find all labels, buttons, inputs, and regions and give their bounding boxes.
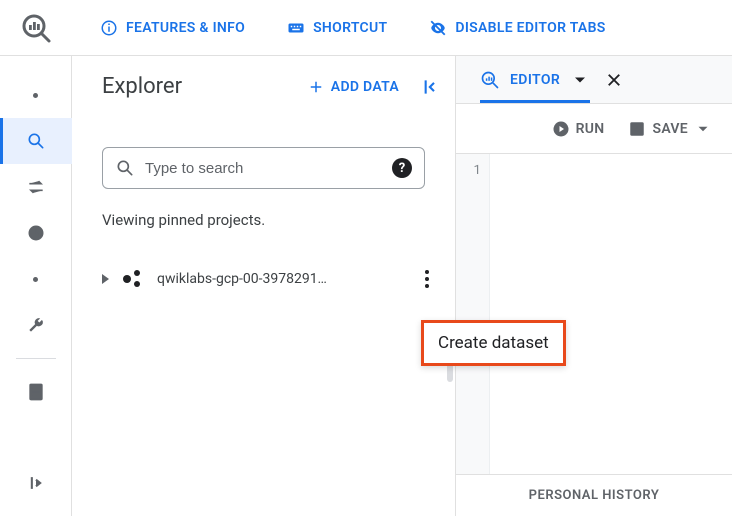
project-kebab-menu[interactable] [419, 264, 435, 294]
search-icon [115, 158, 135, 178]
close-tab-button[interactable] [602, 68, 626, 92]
query-icon [480, 70, 500, 90]
run-label: RUN [576, 121, 605, 137]
save-label: SAVE [652, 121, 688, 137]
run-button[interactable]: RUN [552, 120, 605, 138]
rail-expand[interactable] [0, 470, 72, 516]
close-icon [605, 71, 623, 89]
rail-history[interactable] [0, 210, 72, 256]
rail-dot-1[interactable] [0, 72, 72, 118]
plus-icon [307, 78, 325, 96]
editor-footer-tab[interactable]: PERSONAL HISTORY [456, 474, 732, 516]
transfer-icon [26, 177, 46, 197]
save-button[interactable]: SAVE [628, 120, 712, 138]
rail-transfers[interactable] [0, 164, 72, 210]
left-rail [0, 56, 72, 516]
info-icon [100, 19, 118, 37]
create-dataset-label: Create dataset [438, 333, 549, 353]
collapse-explorer-button[interactable] [419, 77, 439, 97]
add-data-button[interactable]: ADD DATA [307, 78, 399, 96]
rail-dot-2[interactable] [0, 256, 72, 302]
bigquery-logo [0, 0, 72, 55]
search-icon [26, 131, 46, 151]
add-data-label: ADD DATA [331, 79, 399, 95]
top-header: FEATURES & INFO SHORTCUT DISABLE EDITOR … [0, 0, 732, 56]
wrench-icon [26, 315, 46, 335]
line-number-1: 1 [456, 160, 481, 178]
editor-panel: EDITOR RUN SAVE 1 PERSONAL HISTORY [456, 56, 732, 516]
project-name[interactable]: qwiklabs-gcp-00-3978291… [157, 271, 419, 287]
expand-icon [26, 473, 46, 493]
code-area[interactable] [490, 154, 732, 474]
create-dataset-menu-item[interactable]: Create dataset [421, 320, 566, 366]
shortcut-link[interactable]: SHORTCUT [287, 19, 387, 37]
shortcut-label: SHORTCUT [313, 20, 387, 36]
rail-search[interactable] [0, 118, 72, 164]
disable-tabs-link[interactable]: DISABLE EDITOR TABS [429, 19, 605, 37]
explorer-header: Explorer ADD DATA [72, 56, 455, 117]
project-row: qwiklabs-gcp-00-3978291… [72, 263, 455, 295]
header-links: FEATURES & INFO SHORTCUT DISABLE EDITOR … [72, 19, 606, 37]
viewing-text: Viewing pinned projects. [72, 189, 455, 229]
save-icon [628, 120, 646, 138]
expand-toggle[interactable] [102, 274, 109, 284]
rail-divider [16, 358, 56, 359]
collapse-icon [419, 77, 439, 97]
chevron-down-icon[interactable] [570, 70, 590, 90]
editor-body: 1 [456, 154, 732, 474]
editor-tab-label: EDITOR [510, 72, 560, 88]
clock-icon [26, 223, 46, 243]
line-gutter: 1 [456, 154, 490, 474]
explorer-title: Explorer [102, 74, 182, 99]
eye-off-icon [429, 19, 447, 37]
features-link[interactable]: FEATURES & INFO [100, 19, 245, 37]
project-icon [123, 270, 145, 288]
editor-tabs: EDITOR [456, 56, 732, 104]
bigquery-logo-icon [20, 12, 52, 44]
keyboard-icon [287, 19, 305, 37]
disable-tabs-label: DISABLE EDITOR TABS [455, 20, 605, 36]
rail-settings[interactable] [0, 302, 72, 348]
chevron-down-icon [694, 120, 712, 138]
explorer-panel: Explorer ADD DATA ? Viewing pinned proje… [72, 56, 456, 516]
personal-history-label: PERSONAL HISTORY [529, 488, 660, 503]
features-label: FEATURES & INFO [126, 20, 245, 36]
help-icon[interactable]: ? [392, 158, 412, 178]
play-icon [552, 120, 570, 138]
rail-document[interactable] [0, 369, 72, 415]
editor-toolbar: RUN SAVE [456, 104, 732, 154]
document-icon [26, 382, 46, 402]
search-box[interactable]: ? [102, 147, 425, 189]
search-input[interactable] [145, 160, 382, 177]
editor-tab[interactable]: EDITOR [480, 56, 590, 103]
